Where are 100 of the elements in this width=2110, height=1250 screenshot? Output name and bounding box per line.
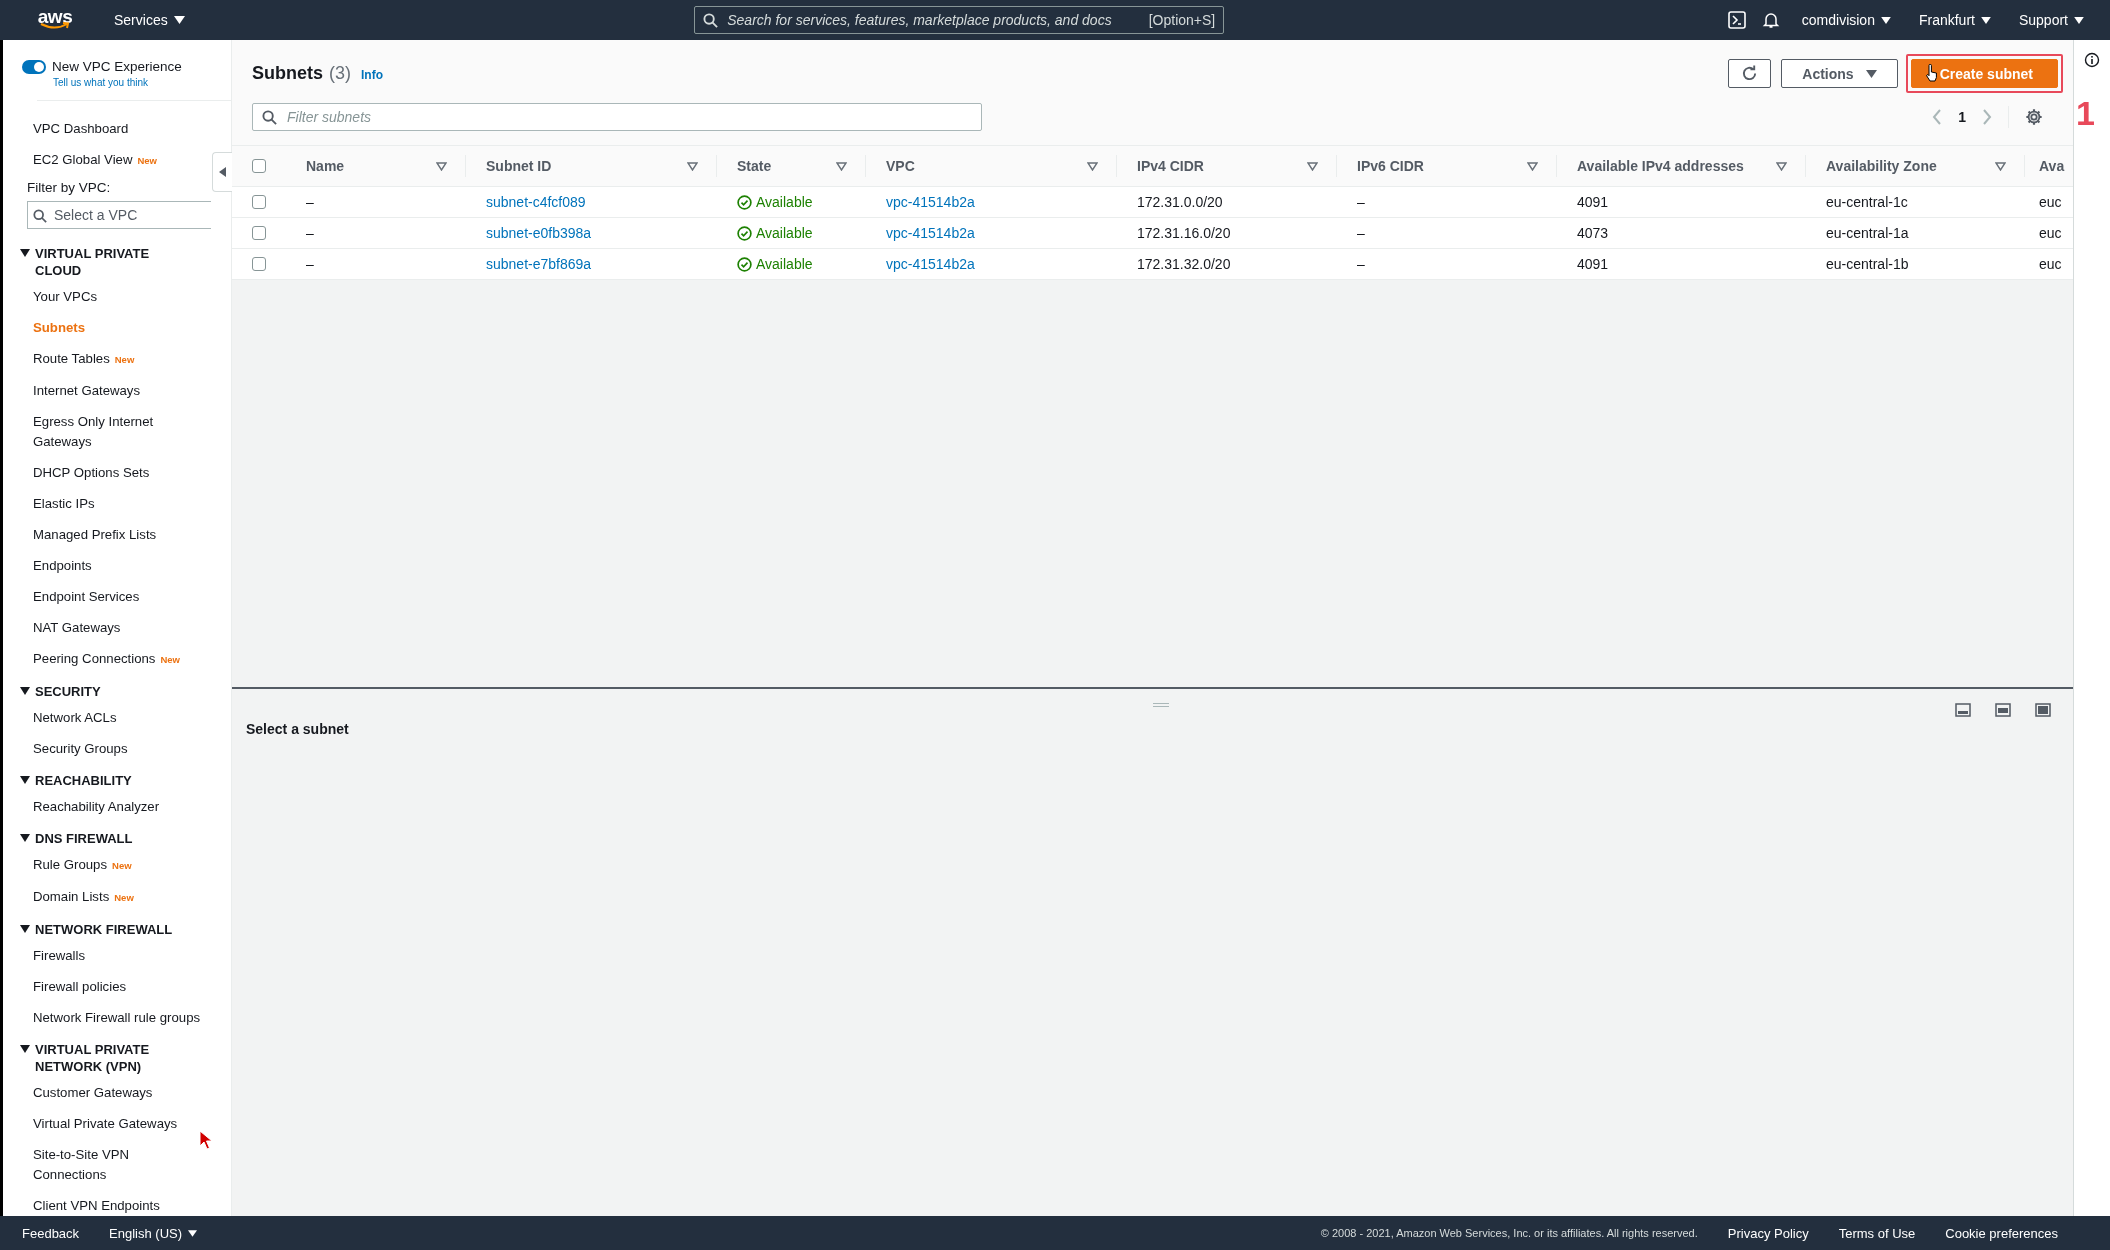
new-label: New bbox=[160, 653, 180, 665]
resource-link[interactable]: vpc-41514b2a bbox=[886, 225, 975, 241]
nav-link[interactable]: Security Groups bbox=[3, 733, 128, 764]
status-text: Available bbox=[756, 194, 813, 210]
row-checkbox[interactable] bbox=[252, 226, 266, 240]
sort-icon[interactable] bbox=[1776, 161, 1787, 171]
table-cell: eu-central-1b bbox=[1826, 256, 1909, 272]
refresh-button[interactable] bbox=[1728, 59, 1772, 88]
nav-link[interactable]: Network Firewall rule groups bbox=[3, 1002, 201, 1033]
panel-bottom-icon[interactable] bbox=[1955, 703, 1971, 717]
filter-label: Filter by VPC: bbox=[26, 179, 111, 197]
resource-link[interactable]: subnet-e0fb398a bbox=[486, 225, 592, 241]
nav-link[interactable]: EC2 Global View New bbox=[3, 144, 157, 176]
nav-link[interactable]: Peering Connections New bbox=[3, 643, 180, 675]
account-menu[interactable]: comdivision bbox=[1795, 8, 1897, 32]
sort-icon[interactable] bbox=[1087, 161, 1098, 171]
sort-icon[interactable] bbox=[1995, 161, 2006, 171]
footer-link[interactable]: Cookie preferences bbox=[1945, 1225, 2058, 1241]
sort-icon[interactable] bbox=[1527, 161, 1538, 171]
row-checkbox[interactable] bbox=[252, 195, 266, 209]
panel-full-icon[interactable] bbox=[2035, 703, 2051, 717]
info-icon[interactable] bbox=[2084, 52, 2100, 68]
nav-link[interactable]: Domain Lists New bbox=[3, 881, 134, 913]
column-header[interactable]: Ava bbox=[2039, 158, 2065, 174]
nav-link[interactable]: VPC Dashboard bbox=[3, 113, 129, 144]
resource-link[interactable]: vpc-41514b2a bbox=[886, 194, 975, 210]
settings-icon[interactable] bbox=[2025, 108, 2043, 126]
aws-logo[interactable]: aws bbox=[38, 10, 72, 30]
bell-icon[interactable] bbox=[1761, 11, 1780, 29]
nav-link[interactable]: Firewall policies bbox=[3, 971, 127, 1002]
column-header[interactable]: Name bbox=[306, 158, 345, 174]
toggle-switch[interactable] bbox=[22, 59, 46, 74]
resize-handle[interactable] bbox=[1152, 703, 1169, 707]
nav-link[interactable]: Virtual Private Gateways bbox=[3, 1108, 178, 1139]
filter-field[interactable]: Filter subnets bbox=[252, 103, 982, 131]
actions-button[interactable]: Actions bbox=[1781, 59, 1898, 88]
table-cell: – bbox=[306, 256, 314, 272]
nav-link[interactable]: Network ACLs bbox=[3, 702, 117, 733]
sort-icon[interactable] bbox=[1307, 161, 1318, 171]
nav-link[interactable]: Firewalls bbox=[3, 940, 86, 971]
row-checkbox[interactable] bbox=[252, 257, 266, 271]
check-circle-icon bbox=[737, 194, 752, 210]
nav-link[interactable]: Endpoint Services bbox=[3, 581, 140, 612]
select-all-checkbox[interactable] bbox=[252, 159, 266, 173]
nav-link[interactable]: Customer Gateways bbox=[3, 1077, 153, 1108]
check-circle-icon bbox=[737, 256, 752, 272]
check-circle-icon bbox=[737, 225, 752, 241]
expanded-caret-icon[interactable] bbox=[20, 834, 30, 843]
nav-link[interactable]: Site-to-Site VPN Connections bbox=[3, 1139, 201, 1190]
search-icon bbox=[703, 13, 719, 28]
caret-icon bbox=[219, 167, 226, 177]
nav-link[interactable]: Your VPCs bbox=[3, 281, 98, 312]
nav-link[interactable]: Internet Gateways bbox=[3, 375, 141, 406]
caret-icon bbox=[1980, 16, 1991, 24]
nav-link[interactable]: Reachability Analyzer bbox=[3, 791, 160, 822]
nav-link[interactable]: DHCP Options Sets bbox=[3, 457, 150, 488]
column-header[interactable]: Availability Zone bbox=[1826, 158, 1937, 174]
account-menu[interactable]: Support bbox=[2012, 8, 2090, 32]
section-heading: SECURITY bbox=[35, 683, 101, 700]
nav-link[interactable]: Client VPN Endpoints bbox=[3, 1190, 160, 1221]
hand-pointer-icon bbox=[1924, 64, 1939, 82]
nav-link[interactable]: Elastic IPs bbox=[3, 488, 95, 519]
feedback-link[interactable]: Feedback bbox=[22, 1225, 80, 1241]
footer-link[interactable]: Terms of Use bbox=[1838, 1225, 1916, 1241]
nav-link[interactable]: Managed Prefix Lists bbox=[3, 519, 157, 550]
account-menu[interactable]: Frankfurt bbox=[1912, 8, 1997, 32]
nav-link[interactable]: Egress Only Internet Gateways bbox=[3, 406, 201, 457]
page-number[interactable]: 1 bbox=[1958, 109, 1966, 125]
resource-link[interactable]: subnet-e7bf869a bbox=[486, 256, 592, 272]
nav-link[interactable]: NAT Gateways bbox=[3, 612, 121, 643]
nav-link[interactable]: Route Tables New bbox=[3, 343, 135, 375]
expanded-caret-icon[interactable] bbox=[20, 249, 30, 258]
expanded-caret-icon[interactable] bbox=[20, 776, 30, 785]
sort-icon[interactable] bbox=[836, 161, 847, 171]
collapse-sidebar-button[interactable] bbox=[212, 152, 232, 192]
language-menu[interactable]: English (US) bbox=[103, 1221, 204, 1245]
terminal-icon[interactable] bbox=[1727, 11, 1746, 29]
resource-link[interactable]: vpc-41514b2a bbox=[886, 256, 975, 272]
column-header[interactable]: IPv6 CIDR bbox=[1357, 158, 1424, 174]
feedback-link[interactable]: Tell us what you think bbox=[53, 77, 149, 88]
nav-link[interactable]: Endpoints bbox=[3, 550, 92, 581]
column-header[interactable]: Subnet ID bbox=[486, 158, 552, 174]
column-header[interactable]: VPC bbox=[886, 158, 915, 174]
footer-link[interactable]: Privacy Policy bbox=[1727, 1225, 1809, 1241]
column-header[interactable]: IPv4 CIDR bbox=[1137, 158, 1204, 174]
nav-link[interactable]: Rule Groups New bbox=[3, 849, 132, 881]
column-header[interactable]: Available IPv4 addresses bbox=[1577, 158, 1744, 174]
sort-icon[interactable] bbox=[687, 161, 698, 171]
expanded-caret-icon[interactable] bbox=[20, 925, 30, 934]
expanded-caret-icon[interactable] bbox=[20, 687, 30, 696]
status-text: Available bbox=[756, 225, 813, 241]
vpc-filter-field[interactable]: Select a VPC bbox=[27, 201, 211, 229]
resource-link[interactable]: subnet-c4fcf089 bbox=[486, 194, 586, 210]
sort-icon[interactable] bbox=[436, 161, 447, 171]
panel-side-icon[interactable] bbox=[1995, 703, 2011, 717]
column-header[interactable]: State bbox=[737, 158, 772, 174]
expanded-caret-icon[interactable] bbox=[20, 1045, 30, 1054]
mouse-pointer-icon bbox=[199, 1130, 213, 1150]
services-menu[interactable]: Services bbox=[108, 8, 191, 32]
info-link[interactable]: Info bbox=[361, 68, 383, 82]
